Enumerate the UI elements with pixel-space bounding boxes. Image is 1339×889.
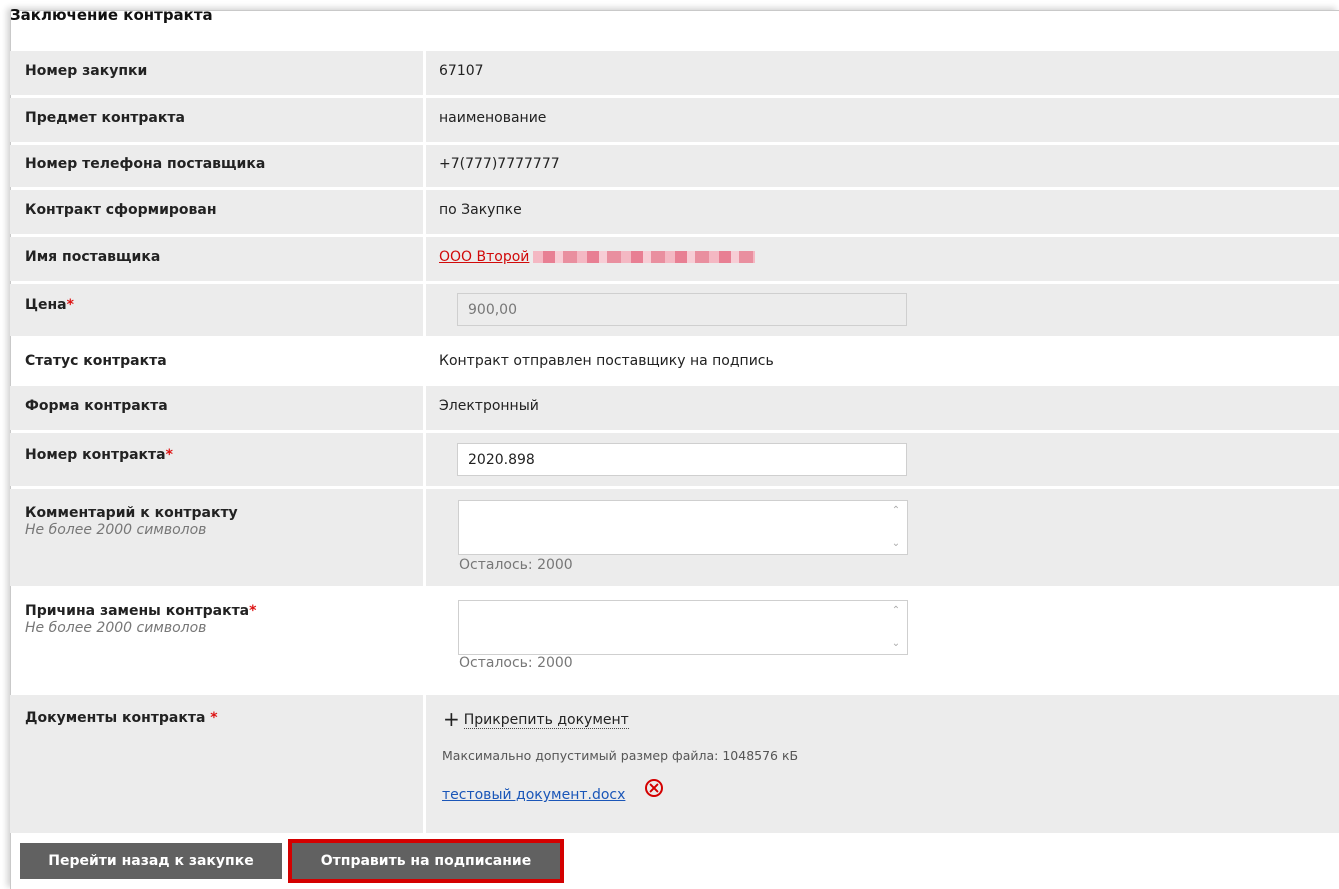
document-file-link[interactable]: тестовый документ.docx: [442, 787, 625, 803]
formed-by-value: по Закупке: [439, 202, 522, 218]
price-label: Цена*: [25, 297, 74, 313]
back-to-purchase-button[interactable]: Перейти назад к закупке: [20, 843, 282, 879]
supplier-name-link[interactable]: ООО Второй: [439, 249, 529, 265]
remove-circle-x-icon[interactable]: [644, 778, 664, 802]
purchase-number-label: Номер закупки: [25, 63, 148, 79]
row-supplier-name: Имя поставщика ООО Второй: [10, 237, 1339, 281]
comment-remaining-counter: Осталось: 2000: [459, 557, 573, 573]
status-value: Контракт отправлен поставщику на подпись: [439, 353, 774, 369]
form-label: Форма контракта: [25, 398, 168, 414]
attach-document-label: Прикрепить документ: [463, 712, 629, 729]
supplier-phone-label: Номер телефона поставщика: [25, 156, 266, 172]
required-mark: *: [66, 297, 74, 313]
row-purchase-number: Номер закупки 67107: [10, 51, 1339, 95]
contract-number-input[interactable]: 2020.898: [457, 443, 907, 476]
replace-reason-textarea[interactable]: ⌃ ⌄: [458, 600, 908, 655]
chevron-up-icon[interactable]: ⌃: [891, 506, 901, 516]
formed-by-label: Контракт сформирован: [25, 202, 217, 218]
subject-value: наименование: [439, 110, 547, 126]
supplier-phone-value: +7(777)7777777: [439, 156, 560, 172]
row-form: Форма контракта Электронный: [10, 386, 1339, 430]
documents-label: Документы контракта *: [25, 710, 218, 726]
replace-reason-label: Причина замены контракта*: [25, 603, 257, 619]
comment-textarea[interactable]: ⌃ ⌄: [458, 500, 908, 555]
row-status: Статус контракта Контракт отправлен пост…: [10, 339, 1339, 383]
row-supplier-phone: Номер телефона поставщика +7(777)7777777: [10, 145, 1339, 187]
contract-number-label: Номер контракта*: [25, 447, 173, 463]
send-for-signing-button[interactable]: Отправить на подписание: [288, 839, 564, 883]
attach-document-button[interactable]: + Прикрепить документ: [443, 707, 629, 731]
chevron-down-icon[interactable]: ⌄: [891, 639, 901, 649]
chevron-down-icon[interactable]: ⌄: [891, 539, 901, 549]
subject-label: Предмет контракта: [25, 110, 185, 126]
row-subject: Предмет контракта наименование: [10, 98, 1339, 142]
price-input: 900,00: [457, 293, 907, 326]
required-mark: *: [210, 710, 218, 726]
form-value: Электронный: [439, 398, 539, 414]
page-title: Заключение контракта: [10, 6, 213, 24]
document-file-item: тестовый документ.docx: [442, 779, 664, 803]
replace-reason-remaining-counter: Осталось: 2000: [459, 655, 573, 671]
max-file-size-note: Максимально допустимый размер файла: 104…: [442, 748, 799, 763]
chevron-up-icon[interactable]: ⌃: [891, 606, 901, 616]
required-mark: *: [165, 447, 173, 463]
replace-reason-hint: Не более 2000 символов: [25, 620, 207, 636]
row-formed-by: Контракт сформирован по Закупке: [10, 190, 1339, 234]
redacted-supplier-name: [533, 251, 756, 263]
plus-icon: +: [443, 707, 460, 731]
comment-hint: Не более 2000 символов: [25, 522, 207, 538]
row-documents: Документы контракта * + Прикрепить докуме…: [10, 695, 1339, 833]
required-mark: *: [249, 603, 257, 619]
supplier-name-label: Имя поставщика: [25, 249, 161, 265]
comment-label: Комментарий к контракту: [25, 505, 238, 521]
status-label: Статус контракта: [25, 353, 167, 369]
purchase-number-value: 67107: [439, 63, 484, 79]
